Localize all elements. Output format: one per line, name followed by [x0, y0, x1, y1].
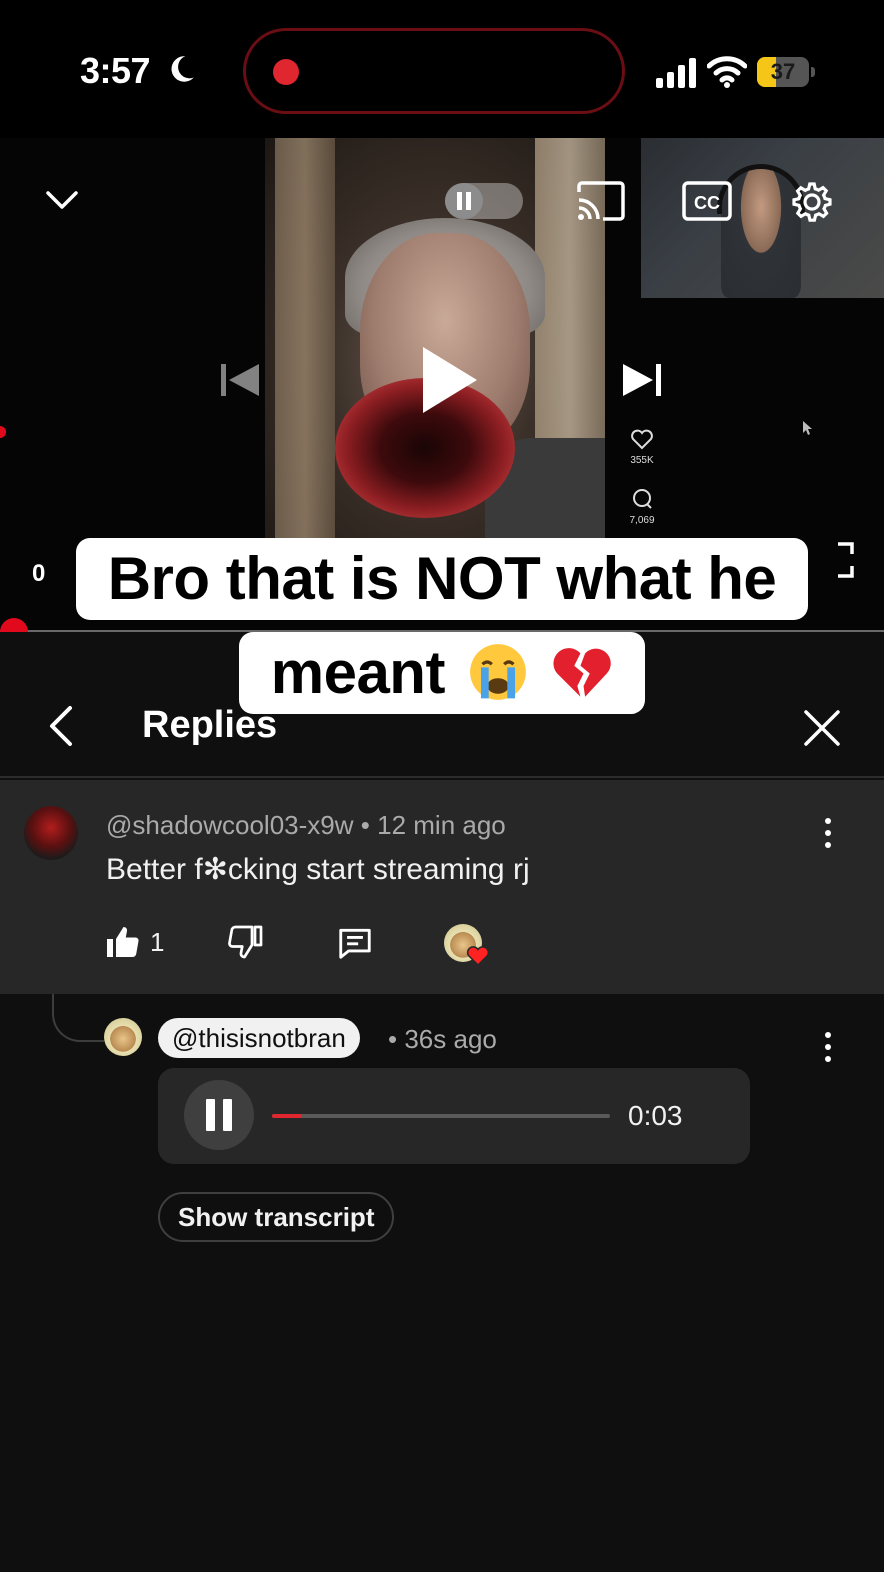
crying-face-icon	[470, 644, 527, 700]
pause-icon	[457, 192, 471, 210]
voice-progress-fill	[272, 1114, 303, 1118]
broken-heart-icon	[553, 648, 612, 697]
next-icon	[623, 364, 661, 396]
more-vert-icon[interactable]	[816, 816, 840, 850]
thread-connector	[52, 994, 104, 1042]
settings-button[interactable]	[786, 176, 838, 228]
reply-meta: • 36s ago	[388, 1024, 497, 1055]
pause-icon	[206, 1099, 232, 1131]
previous-icon	[221, 364, 259, 396]
thumbs-up-icon	[107, 927, 139, 958]
next-button[interactable]	[612, 350, 672, 410]
edge-marker	[0, 426, 6, 438]
caption-text-2-wrap: meant	[238, 632, 646, 714]
overlay-likes: 355K 7,069	[620, 428, 664, 526]
avatar[interactable]	[104, 1018, 142, 1056]
reply-button[interactable]	[336, 924, 374, 962]
voice-progress-bar[interactable]	[272, 1114, 610, 1118]
comment-handle[interactable]: @shadowcool03-x9w	[106, 810, 354, 840]
caption-text-2: meant	[270, 639, 446, 706]
signal-icon	[656, 58, 696, 88]
caption-line-2: meant	[0, 632, 884, 714]
cast-icon	[577, 181, 625, 221]
moon-icon	[171, 56, 194, 82]
reply-age: 36s ago	[404, 1024, 497, 1054]
comment-text: Better f✻cking start streaming rj	[106, 853, 530, 886]
previous-button[interactable]	[210, 350, 270, 410]
cast-button[interactable]	[574, 178, 628, 224]
show-transcript-button[interactable]: Show transcript	[158, 1192, 395, 1242]
like-button[interactable]: 1	[104, 924, 164, 960]
overlay-comments-count: 7,069	[629, 515, 655, 526]
avatar[interactable]	[24, 806, 78, 860]
status-bar: 3:57 37	[0, 0, 884, 138]
streamer-webcam	[641, 138, 884, 298]
play-icon	[423, 347, 477, 413]
comment-age: 12 min ago	[377, 810, 506, 840]
heart-icon	[466, 946, 490, 966]
svg-text:CC: CC	[694, 193, 720, 213]
captions-button[interactable]: CC	[680, 178, 734, 224]
heart-outline-icon	[631, 429, 653, 450]
dislike-button[interactable]	[228, 924, 264, 960]
creator-heart-badge	[444, 924, 492, 966]
battery-indicator: 37	[757, 57, 815, 87]
gear-icon	[792, 182, 832, 222]
dynamic-island	[243, 28, 625, 114]
reply-handle[interactable]: @thisisnotbran	[158, 1018, 360, 1058]
play-button[interactable]	[400, 334, 492, 426]
voice-pause-button[interactable]	[184, 1080, 254, 1150]
pointer-icon	[803, 421, 812, 435]
cc-icon: CC	[682, 181, 732, 221]
parent-comment: @shadowcool03-x9w • 12 min ago Better f✻…	[0, 780, 884, 994]
thumbs-down-icon	[228, 925, 263, 959]
status-time: 3:57	[80, 50, 151, 91]
chevron-down-icon	[46, 191, 78, 209]
voice-reply-player: 0:03	[158, 1068, 750, 1164]
comment-bubble-icon	[633, 489, 652, 509]
like-count: 1	[150, 926, 165, 957]
voice-duration: 0:03	[628, 1100, 683, 1131]
meta-separator: •	[360, 810, 370, 840]
meta-separator: •	[388, 1024, 398, 1054]
recording-indicator	[273, 59, 299, 85]
overlay-likes-count: 355K	[630, 455, 654, 466]
minimize-button[interactable]	[38, 180, 86, 220]
progress-scrubber[interactable]	[0, 618, 28, 632]
wifi-icon	[707, 56, 747, 88]
replies-panel: Replies @shadowcool03-x9w • 12 min ago B…	[0, 632, 884, 1572]
more-vert-icon[interactable]	[816, 1030, 840, 1064]
caption-text-1: Bro that is NOT what he	[75, 538, 809, 620]
comment-meta: @shadowcool03-x9w • 12 min ago	[106, 810, 506, 841]
caption-line-1: Bro that is NOT what he	[0, 538, 884, 620]
reply-icon	[339, 928, 371, 959]
autoplay-toggle[interactable]	[445, 183, 523, 219]
battery-percent: 37	[770, 59, 796, 84]
